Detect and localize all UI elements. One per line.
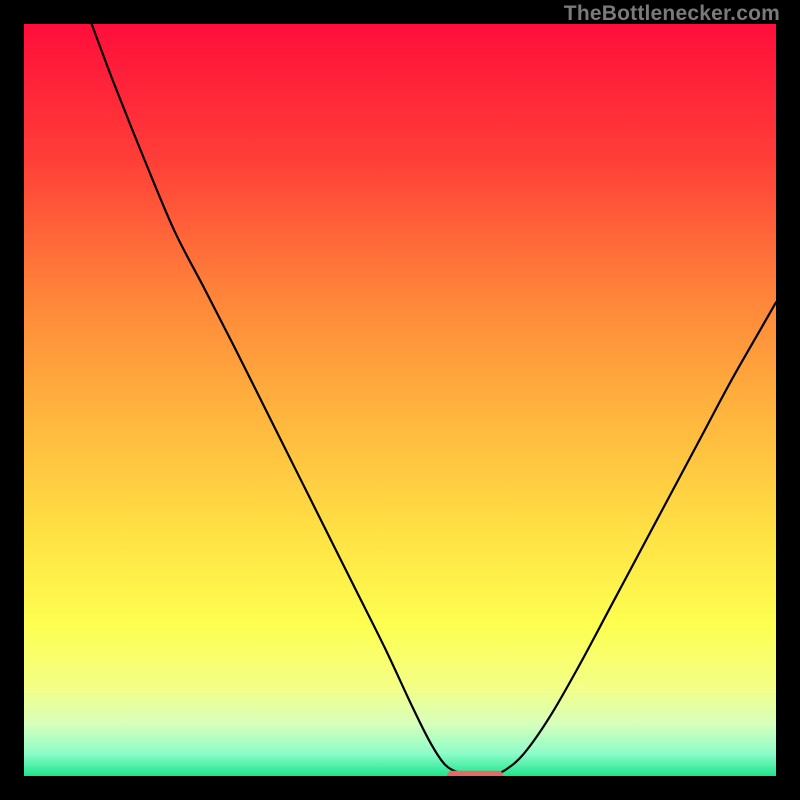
chart-frame: TheBottlenecker.com [0, 0, 800, 800]
chart-background [24, 24, 776, 776]
watermark-label: TheBottlenecker.com [564, 2, 780, 26]
optimal-marker [447, 771, 503, 776]
bottleneck-chart [24, 24, 776, 776]
